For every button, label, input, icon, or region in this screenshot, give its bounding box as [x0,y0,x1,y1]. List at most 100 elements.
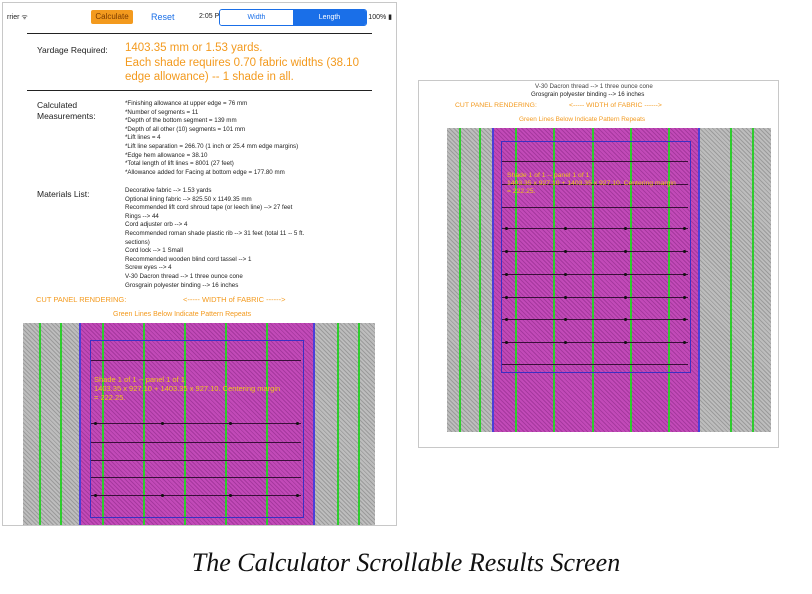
segment-width[interactable]: Width [220,10,293,25]
figure-caption: The Calculator Scrollable Results Screen [191,548,621,577]
rib-line [502,228,688,229]
green-lines-label: Green Lines Below Indicate Pattern Repea… [113,311,252,318]
ring-marker [623,273,627,276]
ring-marker [505,250,508,253]
shade-outline [90,340,304,518]
ring-marker [683,273,686,276]
shade-label-2: 1403.35 x 927.10 + 1403.35 x 927.10. Cen… [507,180,676,187]
ring-marker [505,341,508,344]
ring-marker [94,494,97,497]
ring-marker [94,422,97,425]
pattern-repeat-line [479,128,481,432]
ring-marker [683,296,686,299]
list-item: *Edge hem allowance = 38.10 [125,151,208,159]
carrier-label: rrier ᯤ [7,14,28,21]
rib-line [502,207,688,208]
list-item: Recommended lift cord shroud tape (or le… [125,204,293,212]
pattern-repeat-line [459,128,461,432]
pattern-repeat-line [337,323,339,525]
yardage-label: Yardage Required: [37,45,108,55]
rib-line [91,495,301,496]
width-of-fabric-label: <----- WIDTH of FABRIC ------> [183,295,286,304]
yardage-line-3: edge allowance) -- 1 shade in all. [125,71,294,83]
ring-marker [505,296,508,299]
ring-marker [296,422,299,425]
list-item: V-30 Dacron thread --> 1 three ounce con… [125,273,243,280]
calculated-label-1: Calculated [37,100,78,110]
ring-marker [228,422,232,425]
list-item: Cord lock --> 1 Small [125,247,183,255]
rib-line [91,460,301,461]
pattern-repeat-line [60,323,62,525]
rib-line [502,364,688,365]
phone-screenshot: rrier ᯤ 2:05 PM 100% ▮ Calculate Reset W… [2,2,397,526]
ring-marker [623,341,627,344]
rib-line [502,161,688,162]
green-lines-label: Green Lines Below Indicate Pattern Repea… [519,116,646,123]
rib-line [502,297,688,298]
ring-marker [296,494,299,497]
list-item: Decorative fabric --> 1.53 yards [125,187,212,194]
list-item: Recommended wooden blind cord tassel -->… [125,255,252,263]
width-of-fabric-label: <----- WIDTH of FABRIC ------> [569,102,662,109]
panel-edge-line [492,128,494,432]
pattern-repeat-line [730,128,732,432]
list-item: *Finishing allowance at upper edge = 76 … [125,100,248,107]
list-item: *Depth of all other (10) segments = 101 … [125,125,246,133]
list-item: Screw eyes --> 4 [125,264,172,272]
shade-label-3: = 222.25. [507,188,536,195]
yardage-line-2: Each shade requires 0.70 fabric widths (… [125,57,359,69]
panel-edge-line [79,323,81,525]
list-item: Cord adjuster orb --> 4 [125,221,188,229]
calculate-button[interactable]: Calculate [91,10,133,24]
rib-line [91,360,301,361]
rib-line [91,477,301,478]
binding-line: Grosgrain polyester binding --> 16 inche… [531,91,645,98]
list-item: Rings --> 44 [125,212,159,220]
ring-marker [505,318,508,321]
rib-line [502,274,688,275]
ring-marker [228,494,232,497]
rib-line [91,442,301,443]
ring-marker [683,227,686,230]
list-item: *Lift lines = 4 [125,134,161,142]
pattern-repeat-line [358,323,360,525]
shade-label-3: = 222.25. [94,393,126,402]
ring-marker [683,318,686,321]
list-item: Optional lining fabric --> 825.50 x 1149… [125,195,252,203]
shade-label-1: Shade 1 of 1 -- panel 1 of 1 [94,375,185,384]
width-length-segmented-control[interactable]: Width Length [219,9,367,26]
calculated-label-2: Measurements: [37,111,96,121]
status-bar: rrier ᯤ 2:05 PM 100% ▮ Calculate Reset W… [3,3,396,29]
pattern-repeat-line [752,128,754,432]
divider [27,33,372,34]
panel-edge-line [698,128,700,432]
ring-marker [505,227,508,230]
reset-button[interactable]: Reset [151,12,175,22]
cut-panel-label: CUT PANEL RENDERING: [455,102,537,109]
segment-length[interactable]: Length [293,10,366,25]
ring-marker [623,250,627,253]
scrolled-results-screenshot: V-30 Dacron thread --> 1 three ounce con… [418,80,779,448]
ring-marker [623,227,627,230]
pattern-repeat-line [39,323,41,525]
list-item: Grosgrain polyester binding --> 16 inche… [125,281,239,289]
materials-label: Materials List: [37,189,90,199]
list-item: *Depth of the bottom segment = 139 mm [125,117,237,125]
shade-label-1: Shade 1 of 1 -- panel 1 of 1 [507,172,590,179]
list-item: *Lift line separation = 266.70 (1 inch o… [125,143,299,150]
cut-panel-label: CUT PANEL RENDERING: [36,295,127,304]
rib-line [502,251,688,252]
list-item: sections) [125,238,150,246]
rib-line [91,423,301,424]
list-item: Recommended roman shade plastic rib --> … [125,230,305,237]
ring-marker [623,318,627,321]
divider [27,90,372,91]
list-item: *Number of segments = 11 [125,108,199,116]
battery-indicator: 100% ▮ [368,14,392,21]
yardage-line-1: 1403.35 mm or 1.53 yards. [125,42,263,54]
ring-marker [505,273,508,276]
ring-marker [623,296,627,299]
ring-marker [683,341,686,344]
rib-line [502,342,688,343]
